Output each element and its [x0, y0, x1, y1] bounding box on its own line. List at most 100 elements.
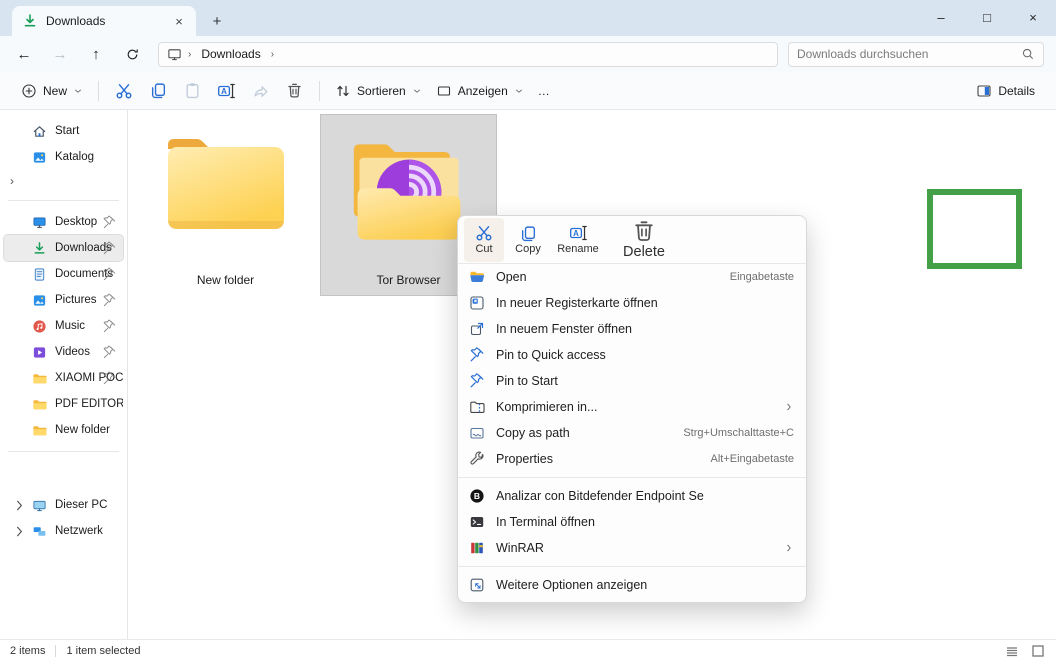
- pin-gray-icon: [102, 345, 117, 360]
- large-icons-view-icon[interactable]: [1030, 643, 1046, 659]
- search-box[interactable]: [788, 41, 1044, 67]
- delete-quick-action[interactable]: Delete: [604, 218, 684, 262]
- cut-quick-action[interactable]: Cut: [464, 217, 504, 262]
- copy-icon: [150, 82, 167, 99]
- gallery-icon: [32, 150, 47, 165]
- file-tile-new-folder[interactable]: New folder: [138, 115, 313, 295]
- svg-text:A: A: [573, 229, 579, 238]
- menu-item-weitere-optionen-anzeigen[interactable]: Weitere Optionen anzeigen: [458, 572, 806, 598]
- sidebar-item-dieser-pc[interactable]: Dieser PC: [4, 492, 123, 518]
- cut-button[interactable]: [107, 77, 141, 105]
- tab-downloads[interactable]: Downloads ×: [12, 6, 196, 36]
- sidebar-item-netzwerk[interactable]: Netzwerk: [4, 518, 123, 544]
- sidebar-expand-chevron[interactable]: ›: [0, 170, 127, 192]
- sidebar-item-pdf-editor[interactable]: PDF EDITOR: [4, 391, 123, 417]
- details-button[interactable]: Details: [969, 78, 1042, 104]
- list-view-icon[interactable]: [1004, 643, 1020, 659]
- download-icon: [32, 241, 47, 256]
- new-tab-button[interactable]: +: [204, 8, 230, 34]
- view-button[interactable]: Anzeigen: [429, 78, 531, 104]
- sort-icon: [335, 83, 351, 99]
- tab-close-icon[interactable]: ×: [170, 12, 188, 30]
- copy-quick-action[interactable]: Copy: [504, 218, 552, 262]
- sidebar-item-desktop[interactable]: Desktop: [4, 209, 123, 235]
- back-button[interactable]: ←: [8, 40, 40, 68]
- chevron-down-icon: [412, 86, 422, 96]
- sidebar-item-xiaomi-poco-f[interactable]: XIAOMI POCO F: [4, 365, 123, 391]
- chevron-down-icon: [73, 86, 83, 96]
- sort-button[interactable]: Sortieren: [328, 78, 429, 104]
- menu-item-open[interactable]: Open Eingabetaste: [458, 264, 806, 290]
- menu-item-label: WinRAR: [496, 541, 544, 555]
- new-button-label: New: [43, 83, 68, 98]
- file-list-area[interactable]: New folder Tor Browser Cut Copy A Rename Dele…: [128, 110, 1056, 639]
- bitdefender-icon: B: [468, 488, 485, 504]
- search-icon: [1021, 47, 1035, 61]
- sidebar-item-katalog[interactable]: Katalog: [4, 144, 123, 170]
- breadcrumb-item-downloads[interactable]: Downloads: [197, 46, 264, 62]
- sidebar-item-pictures[interactable]: Pictures: [4, 287, 123, 313]
- address-bar[interactable]: › Downloads ›: [158, 41, 778, 67]
- menu-item-shortcut: Alt+Eingabetaste: [710, 453, 794, 465]
- details-pane-icon: [976, 83, 992, 99]
- refresh-button[interactable]: [116, 40, 148, 68]
- sidebar-item-start[interactable]: Start: [4, 118, 123, 144]
- paste-icon: [184, 82, 201, 99]
- menu-item-copy-as-path[interactable]: Copy as path Strg+Umschalttaste+C: [458, 420, 806, 446]
- menu-item-label: Weitere Optionen anzeigen: [496, 578, 648, 592]
- new-button[interactable]: New: [14, 78, 90, 104]
- sidebar-item-new-folder[interactable]: New folder: [4, 417, 123, 443]
- folder-icon: [32, 371, 47, 386]
- copy-button[interactable]: [141, 77, 175, 105]
- chevron-right-icon[interactable]: [12, 498, 27, 513]
- file-name: Tor Browser: [376, 273, 441, 287]
- folder-icon: [32, 397, 47, 412]
- view-button-label: Anzeigen: [457, 83, 508, 98]
- rename-quick-action[interactable]: A Rename: [552, 218, 604, 262]
- menu-item-in-neuem-fenster-ffnen[interactable]: In neuem Fenster öffnen: [458, 316, 806, 342]
- delete-button[interactable]: [277, 77, 311, 105]
- context-menu: Cut Copy A Rename Delete Open Eingabetaste In …: [457, 189, 1022, 603]
- pin-gray-icon: [102, 241, 117, 256]
- sidebar-item-music[interactable]: Music: [4, 313, 123, 339]
- desktop-icon: [32, 215, 47, 230]
- chevron-right-icon: ›: [270, 48, 275, 60]
- menu-item-pin-to-start[interactable]: Pin to Start: [458, 368, 806, 394]
- menu-item-analizar-con-bitdefender-endpoint-se[interactable]: B Analizar con Bitdefender Endpoint Se: [458, 483, 806, 509]
- sidebar-item-downloads[interactable]: Downloads: [3, 234, 124, 262]
- details-button-label: Details: [998, 83, 1035, 98]
- pin-gray-icon: [102, 215, 117, 230]
- menu-item-komprimieren-in[interactable]: Komprimieren in...: [458, 394, 806, 420]
- menu-item-label: In neuem Fenster öffnen: [496, 322, 632, 336]
- status-separator: [55, 644, 57, 657]
- menu-item-in-neuer-registerkarte-ffnen[interactable]: In neuer Registerkarte öffnen: [458, 290, 806, 316]
- menu-item-label: Pin to Start: [496, 374, 558, 388]
- chevron-right-icon[interactable]: [12, 524, 27, 539]
- sidebar-item-videos[interactable]: Videos: [4, 339, 123, 365]
- more-button[interactable]: …: [531, 79, 557, 103]
- pin-icon: [468, 347, 485, 363]
- minimize-button[interactable]: –: [918, 0, 964, 34]
- forward-button[interactable]: →: [44, 40, 76, 68]
- folder-tor-icon: [342, 133, 476, 251]
- chevron-down-icon: [514, 86, 524, 96]
- paste-button[interactable]: [175, 77, 209, 105]
- menu-item-in-terminal-ffnen[interactable]: In Terminal öffnen: [458, 509, 806, 535]
- menu-item-winrar[interactable]: WinRAR: [458, 535, 806, 561]
- picture-icon: [32, 293, 47, 308]
- up-button[interactable]: ↑: [80, 40, 112, 68]
- menu-divider: [458, 566, 806, 567]
- music-icon: [32, 319, 47, 334]
- rename-icon: A: [217, 82, 235, 100]
- title-bar: Downloads × + – □ ×: [0, 0, 1056, 36]
- menu-item-pin-to-quick-access[interactable]: Pin to Quick access: [458, 342, 806, 368]
- rename-button[interactable]: A: [209, 77, 243, 105]
- search-input[interactable]: [797, 47, 1021, 61]
- close-button[interactable]: ×: [1010, 0, 1056, 34]
- terminal-icon: [468, 514, 485, 530]
- sidebar-item-documents[interactable]: Documents: [4, 261, 123, 287]
- share-button[interactable]: [243, 77, 277, 105]
- command-toolbar: New A Sortieren Anzeigen … Details: [0, 72, 1056, 110]
- maximize-button[interactable]: □: [964, 0, 1010, 34]
- menu-item-properties[interactable]: Properties Alt+Eingabetaste: [458, 446, 806, 472]
